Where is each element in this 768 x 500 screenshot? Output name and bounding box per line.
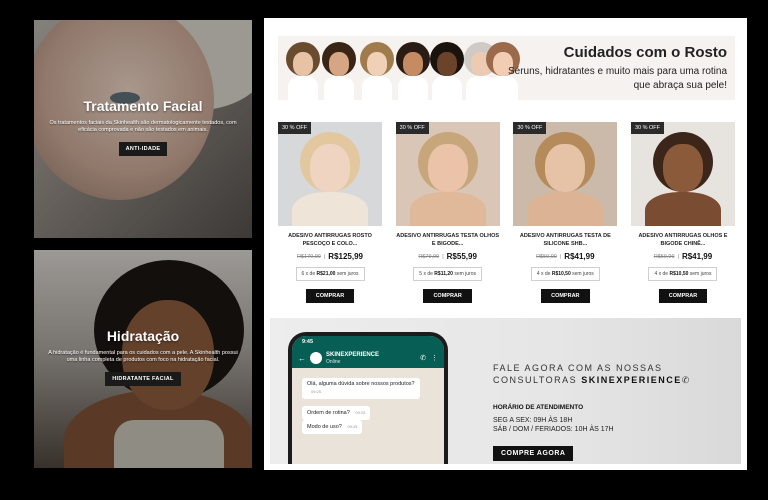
product-card[interactable]: 30 % OFF ADESIVO ANTIRRUGAS TESTA OLHOS … [395,122,500,303]
discount-badge: 30 % OFF [513,122,547,134]
promo-content: Hidratação A hidratação é fundamental pa… [34,328,252,386]
installments-count: 5 x de [419,271,433,277]
installment-suffix: sem juros [454,271,477,277]
hours-list: SEG A SEX: 09H ÀS 18H SÁB / DOM / FERIAD… [493,416,614,434]
promo-content: Tratamento Facial Os tratamentos faciais… [34,98,252,156]
old-price: R$59,99 [536,253,557,260]
discount-badge: 30 % OFF [630,122,665,134]
new-price: R$41,99 [564,252,595,261]
new-price: R$125,99 [328,252,363,261]
product-name[interactable]: ADESIVO ANTIRRUGAS ROSTO PESCOÇO E COLO.… [278,232,382,248]
buy-button[interactable]: COMPRAR [423,289,472,303]
product-card[interactable]: 30 % OFF ADESIVO ANTIRRUGAS TESTA DE SIL… [513,122,618,303]
chat-message-time: 09:25 [347,424,358,429]
chat-message-time: 09:25 [311,389,322,394]
phone-mockup: 9:45 ← SKINEXPERIENCE Online ✆ ⋮ Olá, al… [288,332,448,464]
new-price: R$41,99 [681,252,713,261]
discount-badge: 30 % OFF [278,122,312,134]
promo-title: Hidratação [106,328,180,344]
installments: 5 x de R$11,20 sem juros [413,267,483,281]
hours-weekday: SEG A SEX: 09H ÀS 18H [493,417,573,424]
banner-title: Cuidados com o Rosto [563,44,727,61]
installments-count: 4 x de [654,271,669,277]
phone-screen: 9:45 ← SKINEXPERIENCE Online ✆ ⋮ Olá, al… [292,336,444,464]
old-price: R$79,99 [418,253,440,260]
buy-button[interactable]: COMPRAR [305,289,355,303]
hours-label: HORÁRIO DE ATENDIMENTO [493,404,584,411]
buy-now-button[interactable]: COMPRE AGORA [493,446,574,461]
installment-suffix: sem juros [689,271,712,277]
promo-title: Tratamento Facial [83,98,203,114]
chat-message-text: Modo de uso? [307,424,342,430]
old-price: R$59,99 [653,253,675,260]
product-price: R$179,99 | R$125,99 [297,252,363,261]
phone-time: 9:45 [302,339,314,345]
product-list: 30 % OFF ADESIVO ANTIRRUGAS ROSTO PESCOÇ… [278,122,735,303]
contact-heading-line1: FALE AGORA COM AS NOSSAS [493,363,663,373]
product-image[interactable]: 30 % OFF [630,122,735,226]
installments: 6 x de R$21,00 sem juros [295,267,365,281]
buy-button[interactable]: COMPRAR [541,289,590,303]
installment-value: R$21,00 [316,271,336,277]
contact-heading-line2: CONSULTORAS [493,375,578,385]
product-price: R$59,99 | R$41,99 [536,252,595,261]
installment-value: R$10,50 [551,271,571,277]
promo-description: A hidratação é fundamental para os cuida… [48,350,238,363]
contact-brand: SKINEXPERIENCE [581,375,682,385]
product-name[interactable]: ADESIVO ANTIRRUGAS TESTA OLHOS E BIGODE.… [396,232,500,248]
phone-status-bar: 9:45 [292,336,444,348]
installments-count: 4 x de [536,271,551,277]
banner-image-women [278,36,520,100]
product-card[interactable]: 30 % OFF ADESIVO ANTIRRUGAS OLHOS E BIGO… [630,122,735,303]
installments: 4 x de R$10,50 sem juros [530,267,600,281]
buy-button[interactable]: COMPRAR [658,289,708,303]
category-panel: Cuidados com o Rosto Séruns, hidratantes… [264,18,747,470]
chat-message-text: Ordem de rotina? [307,410,350,416]
chat-message: Ordem de rotina? 09:25 [302,406,371,420]
product-card[interactable]: 30 % OFF ADESIVO ANTIRRUGAS ROSTO PESCOÇ… [278,122,382,303]
anti-aging-button[interactable]: ANTI-IDADE [118,142,168,156]
product-image[interactable]: 30 % OFF [513,122,618,226]
avatar [310,352,322,364]
chat-message: Olá, alguma dúvida sobre nossos produtos… [302,378,420,399]
installment-suffix: sem juros [572,271,594,277]
page: Tratamento Facial Os tratamentos faciais… [0,0,768,500]
installments: 4 x de R$10,50 sem juros [648,267,718,281]
promo-card-hydration[interactable]: Hidratação A hidratação é fundamental pa… [34,250,252,468]
facial-moisturizer-button[interactable]: HIDRATANTE FACIAL [105,372,181,386]
installment-value: R$10,50 [669,271,689,277]
more-options-icon: ⋮ [431,355,438,362]
whatsapp-icon: ✆ [681,375,691,385]
product-image[interactable]: 30 % OFF [395,122,500,226]
whatsapp-contact-banner[interactable]: 9:45 ← SKINEXPERIENCE Online ✆ ⋮ Olá, al… [270,318,741,464]
back-arrow-icon: ← [298,353,306,363]
new-price: R$55,99 [446,252,477,261]
product-price: R$59,99 | R$41,99 [653,252,713,261]
chat-header: ← SKINEXPERIENCE Online ✆ ⋮ [292,348,444,368]
chat-contact-status: Online [326,358,341,365]
banner-subtitle: Séruns, hidratantes e muito mais para um… [508,66,727,91]
discount-badge: 30 % OFF [395,122,429,134]
product-name[interactable]: ADESIVO ANTIRRUGAS OLHOS E BIGODE CHINÊ.… [631,232,735,248]
installment-value: R$11,20 [434,271,453,277]
hours-weekend: SÁB / DOM / FERIADOS: 10H ÀS 17H [493,426,614,433]
product-price: R$79,99 | R$55,99 [418,252,477,261]
product-image[interactable]: 30 % OFF [278,122,382,226]
chat-contact-name: SKINEXPERIENCE [326,351,380,358]
chat-message-time: 09:25 [355,410,366,415]
product-name[interactable]: ADESIVO ANTIRRUGAS TESTA DE SILICONE SHB… [513,232,617,248]
chat-message-text: Olá, alguma dúvida sobre nossos produtos… [307,381,415,387]
installments-count: 6 x de [301,271,316,277]
promo-card-anti-aging[interactable]: Tratamento Facial Os tratamentos faciais… [34,20,252,238]
old-price: R$179,99 [297,253,321,260]
phone-call-icon: ✆ [420,355,426,362]
category-banner[interactable]: Cuidados com o Rosto Séruns, hidratantes… [278,36,735,100]
chat-message: Modo de uso? 09:25 [302,420,363,434]
promo-description: Os tratamentos faciais da Skinhealth são… [49,120,237,133]
contact-heading: FALE AGORA COM AS NOSSAS CONSULTORAS SKI… [493,362,691,386]
installment-suffix: sem juros [336,271,359,277]
